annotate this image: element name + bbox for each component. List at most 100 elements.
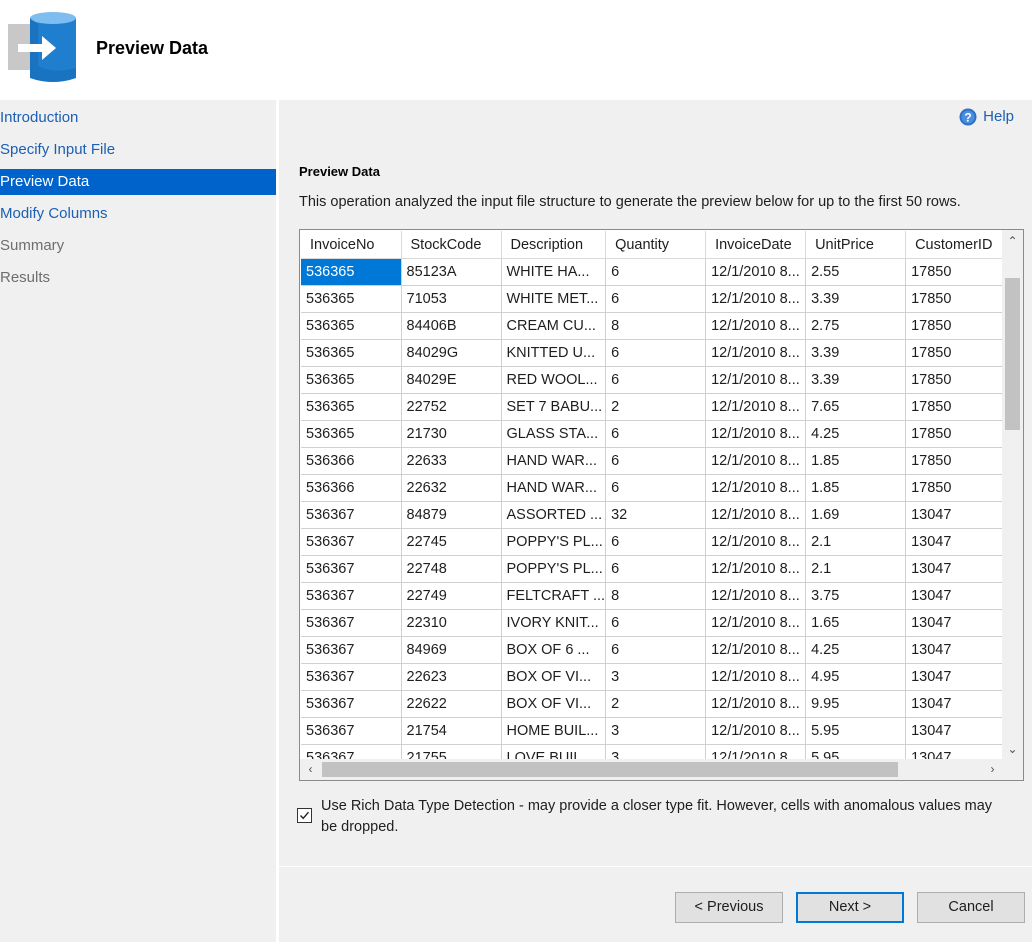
- table-cell[interactable]: 9.95: [805, 690, 907, 718]
- table-cell[interactable]: SET 7 BABU...: [501, 393, 607, 421]
- table-cell[interactable]: BOX OF VI...: [501, 690, 607, 718]
- table-row[interactable]: 536365 84029G KNITTED U... 6 12/1/2010 8... 3…: [301, 339, 1017, 367]
- table-cell[interactable]: BOX OF 6 ...: [501, 636, 607, 664]
- next-button[interactable]: Next >: [796, 892, 904, 923]
- table-cell[interactable]: 5.95: [805, 717, 907, 745]
- scroll-up-icon[interactable]: ⌃: [1002, 230, 1023, 252]
- table-cell[interactable]: 12/1/2010 8...: [705, 312, 807, 340]
- table-cell[interactable]: 12/1/2010 8...: [705, 555, 807, 583]
- table-cell[interactable]: ASSORTED ...: [501, 501, 607, 529]
- table-cell[interactable]: 6: [605, 609, 707, 637]
- table-cell[interactable]: HOME BUIL...: [501, 717, 607, 745]
- table-cell[interactable]: 536367: [301, 582, 402, 610]
- table-cell[interactable]: 6: [605, 420, 707, 448]
- table-cell[interactable]: 12/1/2010 8...: [705, 501, 807, 529]
- table-row[interactable]: 536367 84879 ASSORTED ... 32 12/1/2010 8... 1…: [301, 501, 1017, 529]
- table-cell[interactable]: 22749: [401, 582, 502, 610]
- table-cell[interactable]: 17850: [905, 285, 1017, 313]
- table-cell[interactable]: 13047: [905, 528, 1017, 556]
- table-cell[interactable]: 536367: [301, 555, 402, 583]
- table-cell[interactable]: 536367: [301, 663, 402, 691]
- table-cell[interactable]: HAND WAR...: [501, 474, 607, 502]
- table-cell[interactable]: 17850: [905, 393, 1017, 421]
- table-row[interactable]: 536365 85123A WHITE HA... 6 12/1/2010 8... 2.…: [301, 258, 1017, 286]
- table-row[interactable]: 536365 84406B CREAM CU... 8 12/1/2010 8... 2.…: [301, 312, 1017, 340]
- table-cell[interactable]: 13047: [905, 582, 1017, 610]
- table-cell[interactable]: 2: [605, 393, 707, 421]
- preview-grid[interactable]: InvoiceNo StockCode Description Quantity Inv…: [299, 229, 1024, 781]
- table-cell[interactable]: 71053: [401, 285, 502, 313]
- table-cell[interactable]: 536366: [301, 474, 402, 502]
- table-cell[interactable]: 12/1/2010 8...: [705, 474, 807, 502]
- table-cell[interactable]: 17850: [905, 366, 1017, 394]
- help-label[interactable]: Help: [983, 106, 1014, 128]
- table-cell[interactable]: 4.95: [805, 663, 907, 691]
- table-row[interactable]: 536365 84029E RED WOOL... 6 12/1/2010 8... 3.…: [301, 366, 1017, 394]
- vertical-scrollbar[interactable]: ⌃ ⌄: [1002, 230, 1023, 760]
- table-cell[interactable]: 22623: [401, 663, 502, 691]
- table-cell[interactable]: 536365: [301, 285, 402, 313]
- table-cell[interactable]: WHITE HA...: [501, 258, 607, 286]
- horizontal-scrollbar[interactable]: ‹ ›: [300, 759, 1003, 780]
- table-row[interactable]: 536367 22749 FELTCRAFT ... 8 12/1/2010 8... 3…: [301, 582, 1017, 610]
- table-cell[interactable]: 6: [605, 636, 707, 664]
- table-cell[interactable]: 13047: [905, 501, 1017, 529]
- table-cell[interactable]: 536367: [301, 528, 402, 556]
- column-header[interactable]: StockCode: [401, 231, 502, 259]
- table-cell[interactable]: 84969: [401, 636, 502, 664]
- table-cell[interactable]: 12/1/2010 8...: [705, 582, 807, 610]
- help-link[interactable]: ? Help: [959, 106, 1014, 128]
- table-cell[interactable]: RED WOOL...: [501, 366, 607, 394]
- table-cell[interactable]: 17850: [905, 258, 1017, 286]
- table-row[interactable]: 536367 22748 POPPY'S PL... 6 12/1/2010 8... 2…: [301, 555, 1017, 583]
- table-cell[interactable]: 6: [605, 555, 707, 583]
- column-header[interactable]: Description: [501, 231, 607, 259]
- table-row[interactable]: 536367 84969 BOX OF 6 ... 6 12/1/2010 8... 4.…: [301, 636, 1017, 664]
- rich-detection-label[interactable]: Use Rich Data Type Detection - may provi…: [321, 796, 1011, 838]
- table-cell[interactable]: 8: [605, 312, 707, 340]
- table-cell[interactable]: 4.25: [805, 636, 907, 664]
- table-cell[interactable]: 17850: [905, 447, 1017, 475]
- sidebar-item-preview-data[interactable]: Preview Data: [0, 169, 276, 195]
- table-cell[interactable]: 22752: [401, 393, 502, 421]
- table-cell[interactable]: 12/1/2010 8...: [705, 447, 807, 475]
- horizontal-scroll-thumb[interactable]: [322, 762, 898, 777]
- table-cell[interactable]: 13047: [905, 609, 1017, 637]
- table-cell[interactable]: 22310: [401, 609, 502, 637]
- table-row[interactable]: 536367 22623 BOX OF VI... 3 12/1/2010 8... 4.…: [301, 663, 1017, 691]
- table-cell[interactable]: 536367: [301, 690, 402, 718]
- table-cell[interactable]: 85123A: [401, 258, 502, 286]
- table-cell[interactable]: 536365: [301, 420, 402, 448]
- sidebar-item-introduction[interactable]: Introduction: [0, 105, 276, 131]
- table-cell[interactable]: 12/1/2010 8...: [705, 339, 807, 367]
- table-cell[interactable]: 1.69: [805, 501, 907, 529]
- table-row[interactable]: 536365 22752 SET 7 BABU... 2 12/1/2010 8... 7…: [301, 393, 1017, 421]
- table-cell[interactable]: 13047: [905, 663, 1017, 691]
- table-cell[interactable]: 3.39: [805, 366, 907, 394]
- table-cell[interactable]: 6: [605, 258, 707, 286]
- table-cell[interactable]: 4.25: [805, 420, 907, 448]
- table-cell[interactable]: 3: [605, 663, 707, 691]
- table-cell[interactable]: 536365: [301, 339, 402, 367]
- table-cell[interactable]: 84879: [401, 501, 502, 529]
- table-cell[interactable]: HAND WAR...: [501, 447, 607, 475]
- column-header[interactable]: InvoiceDate: [705, 231, 807, 259]
- table-cell[interactable]: 1.85: [805, 474, 907, 502]
- table-cell[interactable]: 3: [605, 717, 707, 745]
- table-cell[interactable]: 13047: [905, 690, 1017, 718]
- table-cell[interactable]: 84029E: [401, 366, 502, 394]
- table-cell[interactable]: 536367: [301, 717, 402, 745]
- table-cell[interactable]: 17850: [905, 339, 1017, 367]
- table-cell[interactable]: 2.75: [805, 312, 907, 340]
- table-cell[interactable]: 536367: [301, 636, 402, 664]
- table-cell[interactable]: 84406B: [401, 312, 502, 340]
- table-cell[interactable]: 8: [605, 582, 707, 610]
- table-cell[interactable]: 536365: [301, 393, 402, 421]
- table-cell[interactable]: 536367: [301, 501, 402, 529]
- table-cell[interactable]: 22748: [401, 555, 502, 583]
- table-cell[interactable]: 12/1/2010 8...: [705, 420, 807, 448]
- table-cell[interactable]: WHITE MET...: [501, 285, 607, 313]
- table-cell[interactable]: CREAM CU...: [501, 312, 607, 340]
- table-cell[interactable]: 3.39: [805, 339, 907, 367]
- table-cell[interactable]: 6: [605, 447, 707, 475]
